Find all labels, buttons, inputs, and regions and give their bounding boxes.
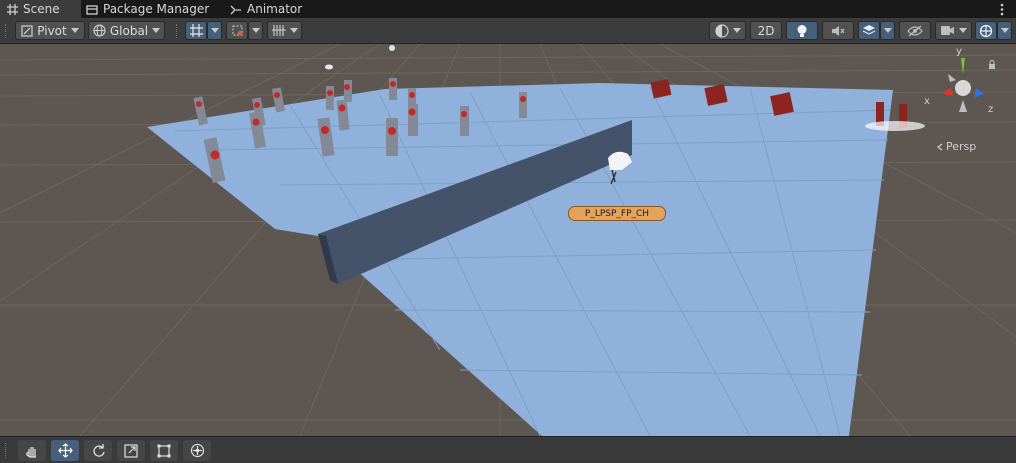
audio-mute-icon bbox=[832, 25, 845, 36]
hidden-objects-toggle[interactable] bbox=[899, 21, 931, 40]
hand-tool-button[interactable] bbox=[18, 440, 46, 461]
mode-2d-label: 2D bbox=[757, 23, 775, 38]
global-dropdown[interactable]: Global bbox=[88, 21, 165, 40]
target-dummy bbox=[344, 80, 352, 102]
increment-snap-icon bbox=[232, 25, 242, 36]
light-gizmo bbox=[389, 45, 395, 51]
orientation-gizmo[interactable]: y x z bbox=[924, 46, 998, 132]
shading-mode-icon bbox=[714, 23, 729, 38]
gizmos-toggle[interactable] bbox=[975, 21, 997, 40]
grid-snap-menu[interactable] bbox=[207, 21, 222, 40]
scale-tool-button[interactable] bbox=[117, 440, 145, 461]
rotate-icon bbox=[92, 444, 105, 457]
object-name-text: P_LPSP_FP_CH bbox=[584, 208, 650, 219]
package-icon bbox=[86, 4, 98, 15]
tab-scene-label: Scene bbox=[23, 2, 60, 16]
toolbar-grip bbox=[5, 24, 9, 38]
tab-bar-empty bbox=[317, 0, 1016, 18]
scene-canvas[interactable] bbox=[0, 44, 1016, 436]
grid-snap-icon bbox=[189, 24, 203, 37]
lightbulb-icon bbox=[797, 24, 807, 37]
target-dummy bbox=[460, 106, 469, 136]
audio-toggle[interactable] bbox=[822, 21, 854, 40]
toolbar-grip bbox=[176, 24, 180, 38]
chevron-left-icon bbox=[937, 143, 943, 150]
target-dummy bbox=[326, 86, 334, 110]
gizmos-icon bbox=[979, 24, 993, 37]
increment-snap-menu[interactable] bbox=[248, 21, 263, 40]
animator-icon bbox=[230, 5, 241, 14]
tab-package-manager-label: Package Manager bbox=[103, 2, 210, 16]
rect-tool-button[interactable] bbox=[150, 440, 178, 461]
axis-z-label: z bbox=[988, 104, 994, 115]
grid-hash-icon bbox=[7, 3, 18, 15]
chevron-down-icon bbox=[70, 28, 79, 33]
toolbar-grip bbox=[5, 443, 9, 458]
scene-toolbar: Pivot Global 2D bbox=[0, 18, 1016, 44]
grid-snap-toggle[interactable] bbox=[185, 21, 207, 40]
tab-animator[interactable]: Animator bbox=[230, 0, 302, 18]
chevron-down-icon bbox=[210, 28, 219, 33]
pivot-label: Pivot bbox=[37, 23, 67, 38]
target-dummy bbox=[389, 78, 397, 100]
scene-camera-dropdown[interactable] bbox=[935, 21, 972, 40]
lock-icon[interactable] bbox=[988, 60, 996, 69]
camera-gizmo bbox=[325, 64, 333, 70]
axis-x-label: x bbox=[924, 96, 930, 107]
global-label: Global bbox=[109, 23, 149, 38]
chevron-down-icon bbox=[152, 28, 161, 33]
mode-2d-toggle[interactable]: 2D bbox=[750, 21, 782, 40]
transform-tool-button[interactable] bbox=[183, 440, 211, 461]
chevron-down-icon bbox=[883, 28, 892, 33]
hand-icon bbox=[26, 446, 36, 458]
pivot-dropdown[interactable]: Pivot bbox=[15, 21, 85, 40]
move-arrows-icon bbox=[57, 443, 73, 458]
effects-toggle[interactable] bbox=[858, 21, 880, 40]
chevron-down-icon bbox=[1000, 28, 1009, 33]
object-name-label[interactable]: P_LPSP_FP_CH bbox=[568, 206, 666, 221]
more-vertical-icon[interactable] bbox=[999, 3, 1005, 16]
grid-visibility-dropdown[interactable] bbox=[267, 21, 302, 40]
draw-mode-dropdown[interactable] bbox=[709, 21, 746, 40]
rotate-tool-button[interactable] bbox=[84, 440, 112, 461]
lighting-toggle[interactable] bbox=[786, 21, 818, 40]
gizmos-menu[interactable] bbox=[997, 21, 1012, 40]
projection-toggle[interactable]: Persp bbox=[936, 140, 976, 153]
chevron-down-icon bbox=[959, 28, 967, 33]
target-dummy bbox=[408, 104, 418, 136]
chevron-down-icon bbox=[732, 28, 741, 33]
grid-lines-icon bbox=[271, 25, 286, 36]
scene-viewport[interactable]: P_LPSP_FP_CH y x z Persp bbox=[0, 44, 1016, 436]
video-camera-icon bbox=[941, 26, 954, 35]
projection-label: Persp bbox=[946, 140, 977, 153]
tab-package-manager[interactable]: Package Manager bbox=[86, 0, 209, 18]
move-tool-button[interactable] bbox=[51, 440, 79, 461]
effects-layers-icon bbox=[862, 25, 876, 35]
target-dummy bbox=[386, 118, 398, 156]
globe-icon bbox=[93, 24, 106, 37]
scale-icon bbox=[124, 443, 138, 458]
rect-transform-icon bbox=[157, 444, 171, 457]
tab-animator-label: Animator bbox=[247, 2, 303, 16]
effects-menu[interactable] bbox=[880, 21, 895, 40]
target-dummy bbox=[519, 92, 527, 118]
increment-snap-toggle[interactable] bbox=[226, 21, 248, 40]
transform-combined-icon bbox=[190, 443, 204, 458]
transform-toolbar bbox=[0, 436, 1016, 463]
pivot-icon bbox=[21, 24, 33, 37]
axis-y-label: y bbox=[956, 46, 962, 57]
tab-bar: Scene Package Manager Animator bbox=[0, 0, 1016, 18]
chevron-down-icon bbox=[251, 28, 260, 33]
eye-off-icon bbox=[907, 25, 923, 36]
chevron-down-icon bbox=[289, 28, 298, 33]
tab-scene[interactable]: Scene bbox=[0, 0, 81, 18]
